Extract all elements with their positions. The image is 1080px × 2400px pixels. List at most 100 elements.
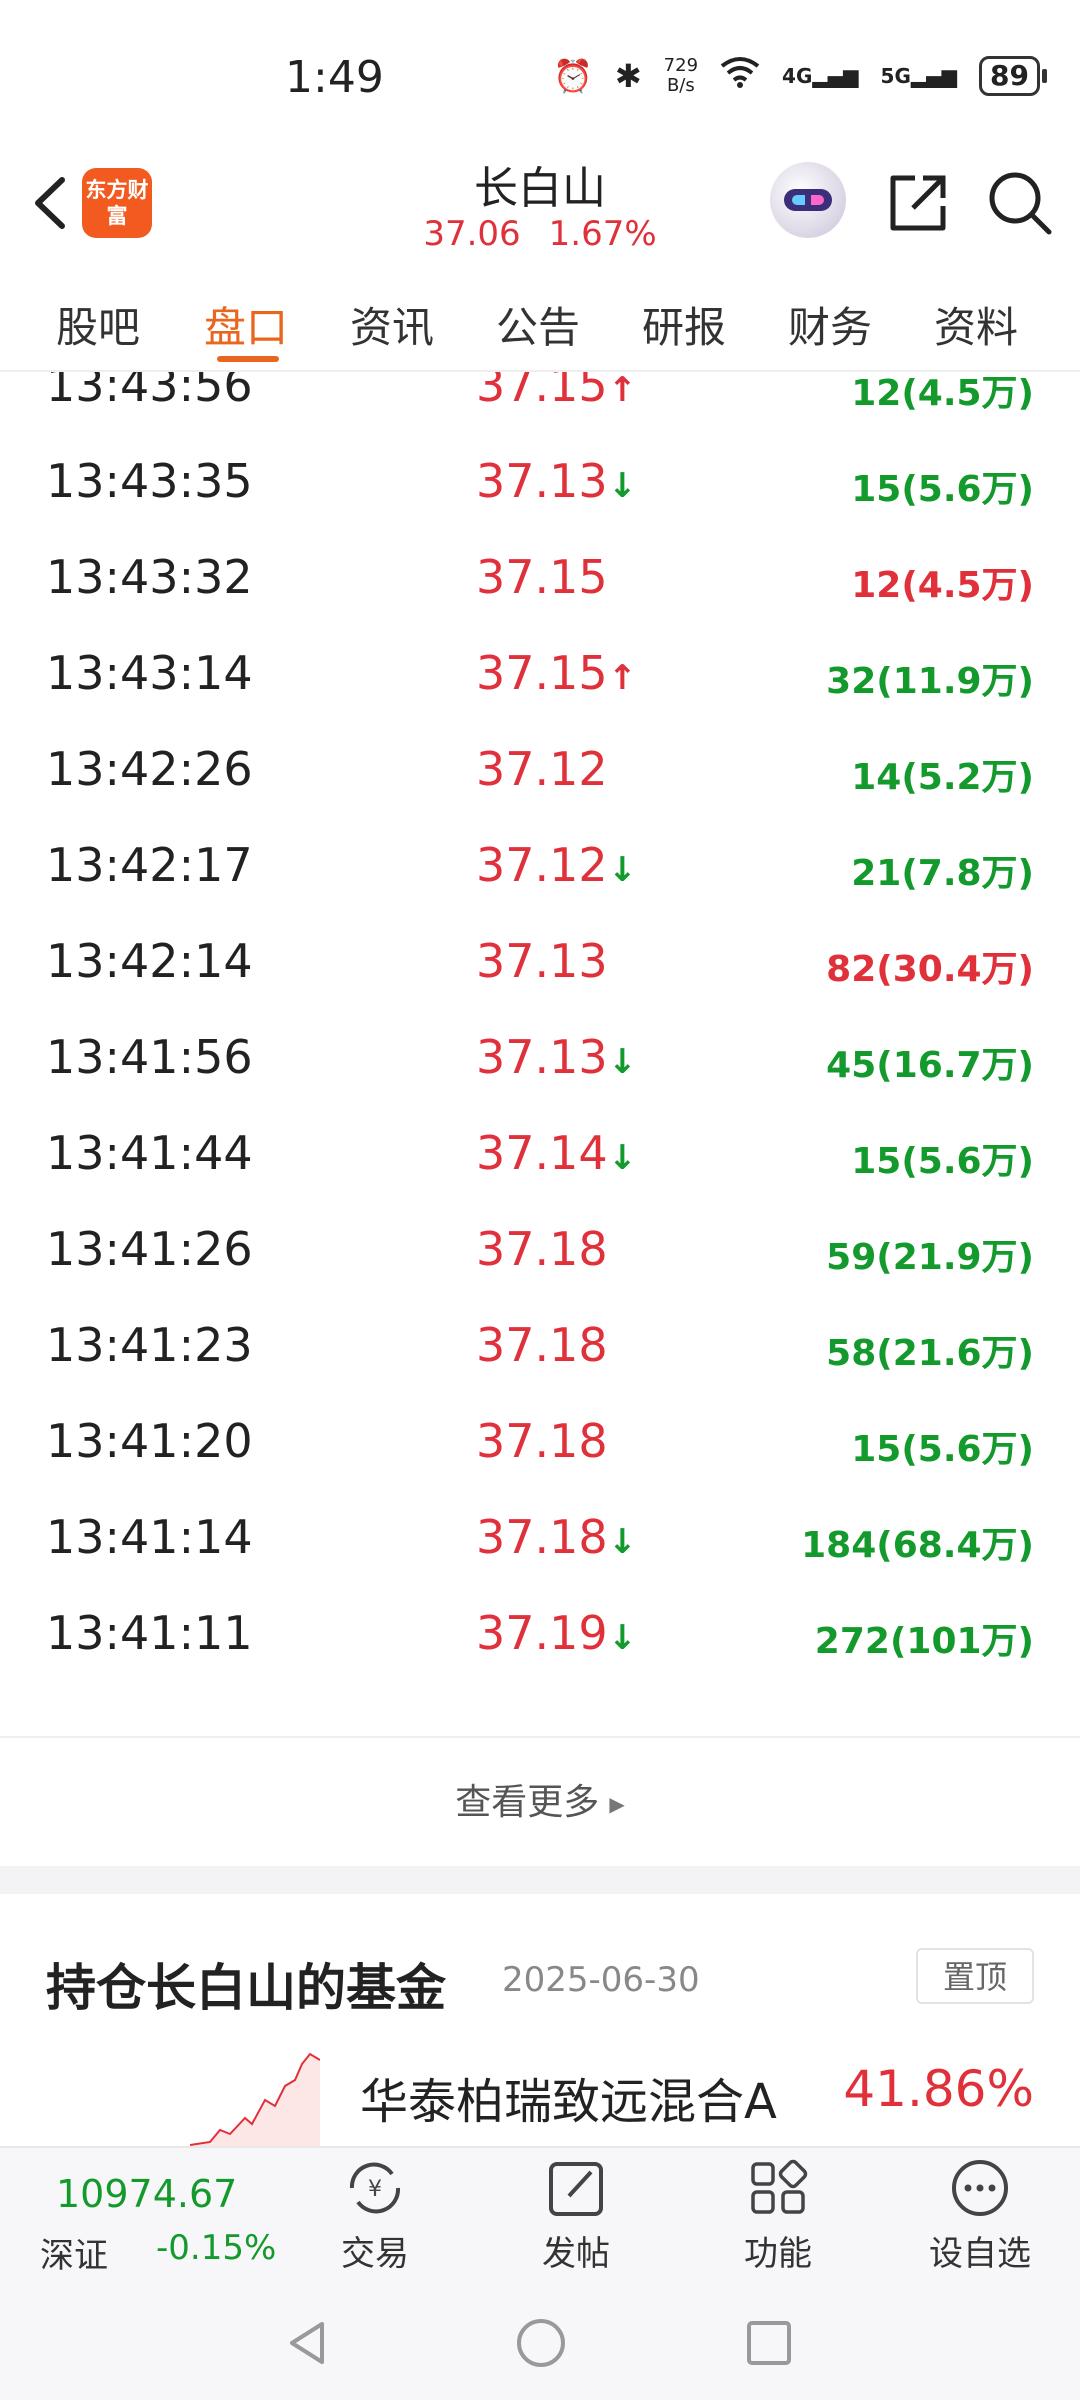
tab-guba[interactable]: 股吧 [56, 294, 140, 355]
trade-price: 37.13 [476, 1030, 608, 1084]
trade-volume: 15(5.6万) [851, 469, 1034, 510]
trade-time: 13:43:35 [46, 454, 253, 508]
nav-functions[interactable]: 功能 [708, 2158, 848, 2275]
trade-time: 13:43:14 [46, 646, 253, 700]
status-bar: 1:49 ⏰ ✱ 729 B/s 4G▂▄▆ 5G▂▄▆ 89 [0, 0, 1080, 150]
active-tab-indicator [217, 356, 279, 362]
trade-row: 13:41:23 37.18 58(21.6万) [0, 1312, 1080, 1408]
trade-row: 13:42:17 37.12 ↓ 21(7.8万) [0, 832, 1080, 928]
funds-section-date: 2025-06-30 [502, 1960, 700, 2000]
trade-volume: 184(68.4万) [801, 1525, 1034, 1566]
bluetooth-icon: ✱ [614, 57, 642, 95]
trade-time: 13:41:14 [46, 1510, 253, 1564]
trade-price: 37.13 [476, 934, 608, 988]
nav-trade-label: 交易 [341, 2234, 409, 2274]
svg-text:¥: ¥ [368, 2177, 382, 2202]
trade-volume: 82(30.4万) [826, 949, 1034, 990]
search-icon [989, 172, 1052, 235]
nav-add-watchlist[interactable]: 设自选 [910, 2158, 1050, 2275]
trade-volume: 272(101万) [814, 1621, 1034, 1662]
trade-row: 13:41:56 37.13 ↓ 45(16.7万) [0, 1024, 1080, 1120]
more-dots-icon [952, 2160, 1008, 2216]
signal-5g-icon: 5G▂▄▆ [880, 64, 958, 88]
trade-volume: 12(4.5万) [851, 373, 1034, 414]
trade-row: 13:42:26 37.12 14(5.2万) [0, 736, 1080, 832]
net-speed: 729 B/s [663, 55, 699, 96]
tab-profile[interactable]: 资料 [934, 294, 1018, 355]
share-icon [890, 175, 946, 231]
trade-price: 37.15 [476, 372, 608, 412]
trade-volume: 59(21.9万) [826, 1237, 1034, 1278]
tab-research[interactable]: 研报 [642, 294, 726, 355]
tab-finance[interactable]: 财务 [788, 294, 872, 355]
arrow-up-icon: ↑ [608, 658, 637, 698]
trade-time: 13:42:14 [46, 934, 253, 988]
trade-volume: 15(5.6万) [851, 1141, 1034, 1182]
trade-price: 37.13 [476, 454, 608, 508]
stock-change: 1.67% [548, 214, 657, 254]
trade-yen-icon: ¥ [349, 2162, 401, 2214]
recents-square-icon[interactable] [744, 2318, 794, 2368]
nav-post[interactable]: 发帖 [506, 2158, 646, 2275]
trade-row: 13:43:14 37.15 ↑ 32(11.9万) [0, 640, 1080, 736]
trade-time: 13:41:20 [46, 1414, 253, 1468]
section-divider [0, 1866, 1080, 1894]
arrow-down-icon: ↓ [608, 466, 637, 506]
bottom-toolbar: 10974.67 深证 -0.15% ¥ 交易 发帖 功能 设自选 [0, 2146, 1080, 2282]
trade-ticks-list[interactable]: 13:43:56 37.15 ↑ 12(4.5万) 13:43:35 37.13 ↓ 15(5… [0, 372, 1080, 1732]
trade-row: 13:41:14 37.18 ↓ 184(68.4万) [0, 1504, 1080, 1600]
nav-trade[interactable]: ¥ 交易 [305, 2158, 445, 2275]
ai-assistant-icon[interactable] [770, 162, 846, 238]
trade-row: 13:41:20 37.18 15(5.6万) [0, 1408, 1080, 1504]
pin-top-button[interactable]: 置顶 [916, 1948, 1034, 2004]
tab-announcements[interactable]: 公告 [496, 294, 580, 355]
trade-row: 13:41:44 37.14 ↓ 15(5.6万) [0, 1120, 1080, 1216]
arrow-down-icon: ↓ [608, 1618, 637, 1658]
trade-time: 13:41:23 [46, 1318, 253, 1372]
trade-price: 37.18 [476, 1318, 608, 1372]
back-triangle-icon[interactable] [282, 2318, 332, 2368]
index-value: 10974.67 [56, 2172, 238, 2216]
battery-icon: 89 [979, 56, 1047, 96]
tab-news[interactable]: 资讯 [350, 294, 434, 355]
tab-pankou[interactable]: 盘口 [204, 294, 288, 355]
search-button[interactable] [985, 168, 1055, 238]
alarm-icon: ⏰ [553, 57, 593, 95]
trade-price: 37.12 [476, 838, 608, 892]
trade-volume: 21(7.8万) [851, 853, 1034, 894]
fund-name[interactable]: 华泰柏瑞致远混合A [360, 2062, 777, 2132]
trade-volume: 45(16.7万) [826, 1045, 1034, 1086]
home-circle-icon[interactable] [514, 2316, 568, 2370]
edit-post-icon [549, 2162, 603, 2216]
stock-price: 37.06 [423, 214, 521, 254]
share-button[interactable] [885, 170, 951, 236]
index-change: -0.15% [156, 2228, 277, 2268]
arrow-down-icon: ↓ [608, 850, 637, 890]
trade-row: 13:43:35 37.13 ↓ 15(5.6万) [0, 448, 1080, 544]
trade-row: 13:41:26 37.18 59(21.9万) [0, 1216, 1080, 1312]
arrow-down-icon: ↓ [608, 1522, 637, 1562]
trade-volume: 58(21.6万) [826, 1333, 1034, 1374]
trade-time: 13:42:17 [46, 838, 253, 892]
trade-time: 13:43:32 [46, 550, 253, 604]
trade-volume: 14(5.2万) [851, 757, 1034, 798]
grid-apps-icon [751, 2159, 808, 2214]
see-more-label: 查看更多 [455, 1782, 600, 1823]
stock-header: 东方财富 长白山 37.06 1.67% [0, 150, 1080, 270]
trade-price: 37.18 [476, 1414, 608, 1468]
trade-time: 13:41:11 [46, 1606, 253, 1660]
trade-price: 37.18 [476, 1222, 608, 1276]
trade-price: 37.15 [476, 550, 608, 604]
system-nav-bar [0, 2282, 1080, 2400]
trade-volume: 32(11.9万) [826, 661, 1034, 702]
trade-time: 13:41:44 [46, 1126, 253, 1180]
arrow-up-icon: ↑ [608, 372, 637, 410]
status-icons: ⏰ ✱ 729 B/s 4G▂▄▆ 5G▂▄▆ 89 [553, 55, 1047, 96]
nav-add-watchlist-label: 设自选 [929, 2234, 1031, 2274]
trade-time: 13:42:26 [46, 742, 253, 796]
trade-volume: 12(4.5万) [851, 565, 1034, 606]
tab-bar: 股吧 盘口 资讯 公告 研报 财务 资料 [0, 270, 1080, 372]
nav-functions-label: 功能 [744, 2234, 812, 2274]
trade-row: 13:42:14 37.13 82(30.4万) [0, 928, 1080, 1024]
see-more-button[interactable]: 查看更多 ▶ [0, 1736, 1080, 1866]
